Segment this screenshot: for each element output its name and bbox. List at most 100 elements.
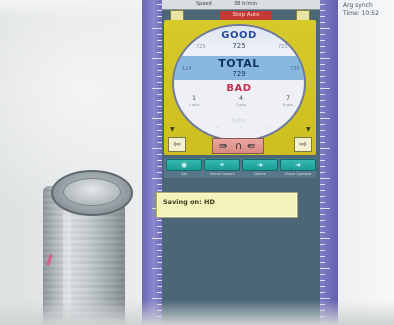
left-arrow-button[interactable]: ⇦ bbox=[168, 137, 186, 152]
faint-dot-left: ° bbox=[216, 126, 218, 131]
total-label: TOTAL bbox=[218, 57, 260, 70]
ruler-tick bbox=[320, 214, 325, 215]
ruler-tick bbox=[320, 208, 330, 209]
bad-center-sub: 3 pics bbox=[235, 103, 247, 107]
ruler-tick bbox=[320, 16, 325, 17]
ruler-tick bbox=[152, 88, 162, 89]
ruler-tick bbox=[320, 154, 325, 155]
rotation-control[interactable]: ⇛ ∩ ⇚ bbox=[212, 138, 264, 154]
forced-import-button[interactable]: ⚭ bbox=[204, 159, 240, 171]
inspection-display-device: Speed 38 tr/min Stop Auto GOOD 725 725 7… bbox=[142, 0, 338, 325]
ruler-tick bbox=[152, 28, 162, 29]
ruler-tick bbox=[320, 202, 325, 203]
check-symbols-button[interactable]: ➜ bbox=[280, 159, 316, 171]
bad-left-value: 1 bbox=[192, 95, 196, 102]
ruler-tick bbox=[320, 10, 325, 11]
eye-icon: ◉ bbox=[180, 161, 188, 169]
set-button[interactable]: ◉ bbox=[166, 159, 202, 171]
speed-value: 38 tr/min bbox=[234, 1, 258, 7]
ruler-tick bbox=[320, 136, 325, 137]
ruler-tick bbox=[320, 64, 325, 65]
ruler-tick bbox=[320, 226, 325, 227]
forced-import-label: Forced Import bbox=[209, 172, 235, 176]
good-left-value: 725 bbox=[196, 44, 206, 50]
right-arrow-button[interactable]: ⇨ bbox=[294, 137, 312, 152]
rotate-right-icon: ⇚ bbox=[247, 141, 256, 152]
ruler-tick bbox=[320, 106, 325, 107]
right-scale-ruler bbox=[320, 0, 338, 325]
total-left-value: 124 bbox=[182, 66, 192, 72]
left-triangle-icon: ▼ bbox=[170, 126, 175, 133]
ruler-tick bbox=[320, 70, 325, 71]
ruler-tick bbox=[320, 286, 325, 287]
bad-center-value: 4 bbox=[239, 95, 243, 102]
ruler-tick bbox=[320, 130, 325, 131]
speed-label: Speed bbox=[196, 1, 212, 7]
status-strip: Speed 38 tr/min bbox=[162, 0, 320, 10]
ruler-tick bbox=[320, 28, 330, 29]
ruler-tick bbox=[320, 22, 325, 23]
ruler-tick bbox=[320, 94, 325, 95]
left-scale-ruler bbox=[142, 0, 162, 325]
ruler-tick bbox=[320, 244, 325, 245]
ruler-tick bbox=[320, 124, 325, 125]
misc-small-text: 2f pt(s) bbox=[231, 118, 246, 123]
link-icon: ⚭ bbox=[219, 161, 225, 169]
ruler-tick bbox=[320, 118, 330, 119]
bad-right-sub: 6 pics bbox=[282, 103, 294, 107]
ruler-tick bbox=[152, 298, 162, 299]
ruler-tick bbox=[320, 76, 325, 77]
ruler-tick bbox=[320, 232, 325, 233]
ruler-tick bbox=[152, 58, 162, 59]
ruler-tick bbox=[320, 190, 325, 191]
monitor-readout-line1: Arg synch bbox=[343, 2, 373, 9]
faint-dot-center: ° bbox=[240, 126, 242, 131]
ruler-tick bbox=[320, 166, 325, 167]
touch-screen: Speed 38 tr/min Stop Auto GOOD 725 725 7… bbox=[162, 0, 320, 325]
ruler-tick bbox=[320, 4, 325, 5]
ruler-tick bbox=[320, 46, 325, 47]
ruler-tick bbox=[320, 100, 325, 101]
bad-label: BAD bbox=[226, 83, 252, 94]
ruler-tick bbox=[320, 142, 325, 143]
ruler-tick bbox=[320, 298, 330, 299]
ruler-tick bbox=[320, 40, 325, 41]
left-arrow-icon: ⇦ bbox=[173, 140, 181, 150]
monitor-readout-line2: Time: 10:52 bbox=[343, 10, 379, 17]
check-icon: ➜ bbox=[295, 161, 301, 169]
ruler-tick bbox=[320, 196, 325, 197]
ruler-tick bbox=[320, 268, 330, 269]
background-monitor: Arg synch Time: 10:52 bbox=[336, 0, 394, 325]
action-button-row: ◉ ⚭ ➜ ➜ Set Forced Import Delete Check S… bbox=[164, 158, 316, 178]
ruler-tick bbox=[320, 34, 325, 35]
ruler-tick bbox=[320, 172, 325, 173]
saving-status-box: Saving on: HD bbox=[156, 192, 298, 218]
ruler-tick bbox=[320, 88, 330, 89]
stop-auto-button[interactable]: Stop Auto bbox=[220, 11, 272, 20]
saving-message: Saving on: HD bbox=[163, 198, 215, 206]
ruler-tick bbox=[320, 250, 325, 251]
check-symbols-label: Check Symbols bbox=[284, 172, 312, 176]
ruler-tick bbox=[320, 82, 325, 83]
glass-opening bbox=[63, 178, 121, 206]
right-arrow-icon: ⇨ bbox=[299, 140, 307, 150]
ruler-tick bbox=[152, 238, 162, 239]
ruler-tick bbox=[320, 52, 325, 53]
counter-oval: GOOD 725 725 721 TOTAL 729 124 730 BAD 1… bbox=[172, 24, 306, 142]
ruler-tick bbox=[152, 178, 162, 179]
bad-right-value: 7 bbox=[286, 95, 290, 102]
ruler-tick bbox=[320, 220, 325, 221]
ruler-tick bbox=[320, 262, 325, 263]
ruler-tick bbox=[320, 160, 325, 161]
delete-button[interactable]: ➜ bbox=[242, 159, 278, 171]
ruler-tick bbox=[320, 178, 330, 179]
bad-left-sub: 1 pics bbox=[188, 103, 200, 107]
rotate-left-icon: ⇛ bbox=[219, 141, 228, 152]
ruler-tick bbox=[152, 148, 162, 149]
magnet-icon: ∩ bbox=[235, 141, 243, 152]
ruler-tick bbox=[320, 238, 330, 239]
ruler-tick bbox=[320, 280, 325, 281]
good-right-value: 721 bbox=[278, 44, 288, 50]
right-triangle-icon: ▼ bbox=[306, 126, 311, 133]
ruler-tick bbox=[320, 112, 325, 113]
